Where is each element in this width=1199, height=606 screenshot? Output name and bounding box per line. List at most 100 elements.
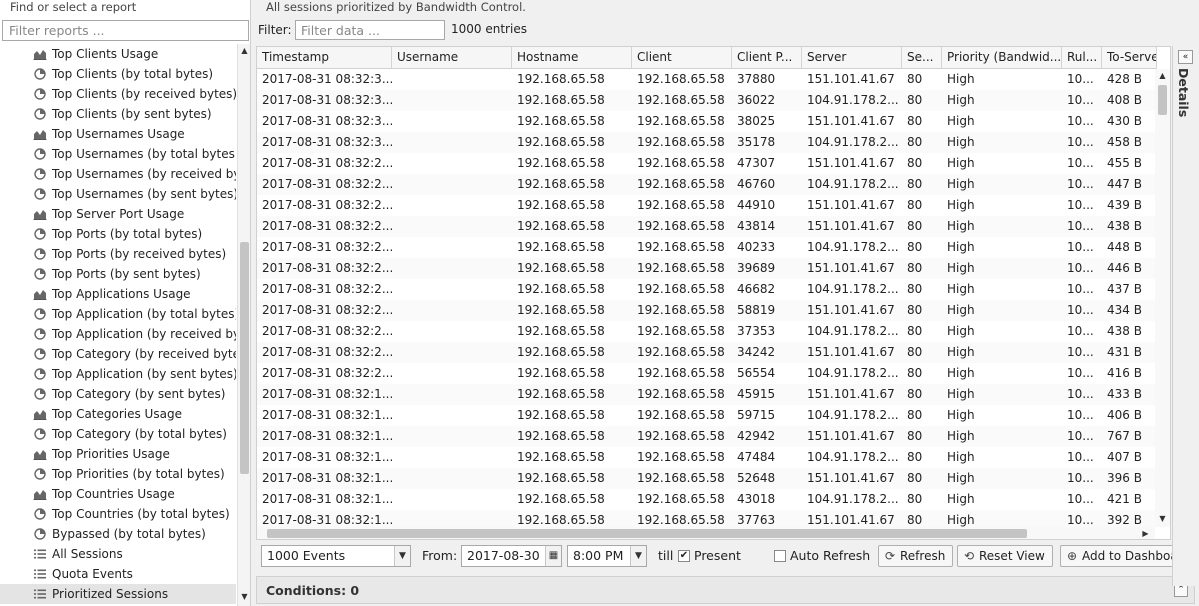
reset-view-button[interactable]: ⟲ Reset View: [957, 545, 1053, 567]
auto-refresh-checkbox[interactable]: [774, 550, 786, 562]
report-item-label: Top Server Port Usage: [52, 207, 185, 221]
scroll-down-icon[interactable]: ▼: [1158, 514, 1167, 524]
table-row[interactable]: 2017-08-31 08:32:1... 192.168.65.58 192.16…: [257, 426, 1157, 447]
table-cell: High: [947, 513, 975, 527]
column-header[interactable]: Server: [802, 47, 902, 69]
chevron-down-icon[interactable]: ▼: [630, 546, 646, 566]
grid-vertical-scrollbar[interactable]: ▲ ▼: [1155, 69, 1170, 527]
grid-horizontal-scroll-thumb[interactable]: [267, 529, 1027, 538]
column-header[interactable]: Priority (Bandwid...: [942, 47, 1062, 69]
calendar-icon[interactable]: ▦: [545, 546, 561, 566]
table-cell: 2017-08-31 08:32:2...: [262, 156, 392, 170]
scroll-up-icon[interactable]: ▲: [1158, 71, 1167, 81]
report-item[interactable]: Top Ports (by sent bytes): [0, 264, 236, 284]
table-cell: 192.168.65.58: [517, 303, 605, 317]
table-row[interactable]: 2017-08-31 08:32:1... 192.168.65.58 192.16…: [257, 489, 1157, 510]
table-cell: 2017-08-31 08:32:3...: [262, 135, 392, 149]
table-row[interactable]: 2017-08-31 08:32:3... 192.168.65.58 192.16…: [257, 111, 1157, 132]
table-row[interactable]: 2017-08-31 08:32:3... 192.168.65.58 192.16…: [257, 90, 1157, 111]
report-item[interactable]: Top Application (by total bytes): [0, 304, 236, 324]
report-item[interactable]: Quota Events: [0, 564, 236, 584]
grid-vertical-scroll-thumb[interactable]: [1158, 85, 1167, 115]
column-header[interactable]: Client: [632, 47, 732, 69]
report-item[interactable]: Top Application (by sent bytes): [0, 364, 236, 384]
report-item[interactable]: Top Clients (by received bytes): [0, 84, 236, 104]
report-item[interactable]: Top Usernames Usage: [0, 124, 236, 144]
table-cell: 80: [907, 156, 923, 170]
table-row[interactable]: 2017-08-31 08:32:1... 192.168.65.58 192.16…: [257, 510, 1157, 527]
table-cell: 2017-08-31 08:32:2...: [262, 366, 392, 380]
table-cell: 151.101.41.67: [807, 72, 895, 86]
table-row[interactable]: 2017-08-31 08:32:2... 192.168.65.58 192.16…: [257, 300, 1157, 321]
report-item[interactable]: Top Usernames (by total bytes): [0, 144, 236, 164]
column-header[interactable]: Rul...: [1062, 47, 1102, 69]
grid-horizontal-scrollbar[interactable]: ▶: [257, 527, 1155, 539]
refresh-button[interactable]: ⟳ Refresh: [878, 545, 954, 567]
scroll-right-icon[interactable]: ▶: [1141, 529, 1150, 539]
table-cell: 56554: [737, 366, 776, 380]
details-panel[interactable]: « Details: [1172, 46, 1199, 586]
column-header[interactable]: Username: [392, 47, 512, 69]
report-tree-scrollbar[interactable]: ▲ ▼: [237, 44, 250, 606]
report-filter-input[interactable]: [2, 20, 249, 41]
conditions-bar[interactable]: Conditions: 0 ⌃: [256, 576, 1195, 604]
table-row[interactable]: 2017-08-31 08:32:2... 192.168.65.58 192.16…: [257, 174, 1157, 195]
table-cell: High: [947, 261, 975, 275]
scroll-up-icon[interactable]: ▲: [240, 46, 249, 56]
table-row[interactable]: 2017-08-31 08:32:2... 192.168.65.58 192.16…: [257, 258, 1157, 279]
report-item[interactable]: Bypassed (by total bytes): [0, 524, 236, 544]
table-row[interactable]: 2017-08-31 08:32:2... 192.168.65.58 192.16…: [257, 342, 1157, 363]
column-header[interactable]: Se...: [902, 47, 942, 69]
report-item[interactable]: Top Clients (by sent bytes): [0, 104, 236, 124]
column-header[interactable]: Timestamp: [257, 47, 392, 69]
table-row[interactable]: 2017-08-31 08:32:2... 192.168.65.58 192.16…: [257, 363, 1157, 384]
table-row[interactable]: 2017-08-31 08:32:2... 192.168.65.58 192.16…: [257, 279, 1157, 300]
report-item[interactable]: Top Application (by received bytes): [0, 324, 236, 344]
report-item[interactable]: Top Priorities Usage: [0, 444, 236, 464]
table-row[interactable]: 2017-08-31 08:32:1... 192.168.65.58 192.16…: [257, 468, 1157, 489]
collapse-left-icon[interactable]: «: [1178, 50, 1193, 64]
table-row[interactable]: 2017-08-31 08:32:1... 192.168.65.58 192.16…: [257, 447, 1157, 468]
report-item[interactable]: All Sessions: [0, 544, 236, 564]
table-row[interactable]: 2017-08-31 08:32:2... 192.168.65.58 192.16…: [257, 216, 1157, 237]
table-row[interactable]: 2017-08-31 08:32:3... 192.168.65.58 192.16…: [257, 132, 1157, 153]
column-header[interactable]: To-Server: [1102, 47, 1157, 69]
sessions-grid: Timestamp Username Hostname Client Client P.…: [256, 46, 1171, 540]
table-cell: 10...: [1067, 303, 1094, 317]
report-item[interactable]: Top Category (by received bytes): [0, 344, 236, 364]
table-row[interactable]: 2017-08-31 08:32:2... 192.168.65.58 192.16…: [257, 321, 1157, 342]
from-date-field[interactable]: 2017-08-30 ▦: [461, 545, 562, 567]
column-header[interactable]: Hostname: [512, 47, 632, 69]
report-item[interactable]: Top Categories Usage: [0, 404, 236, 424]
table-cell: 2017-08-31 08:32:2...: [262, 303, 392, 317]
report-item[interactable]: Top Clients (by total bytes): [0, 64, 236, 84]
report-item[interactable]: Prioritized Sessions: [0, 584, 236, 604]
table-row[interactable]: 2017-08-31 08:32:2... 192.168.65.58 192.16…: [257, 195, 1157, 216]
table-row[interactable]: 2017-08-31 08:32:1... 192.168.65.58 192.16…: [257, 384, 1157, 405]
report-item[interactable]: Top Usernames (by sent bytes): [0, 184, 236, 204]
report-item[interactable]: Top Category (by sent bytes): [0, 384, 236, 404]
column-header[interactable]: Client P...: [732, 47, 802, 69]
chevron-down-icon[interactable]: ▼: [394, 546, 410, 566]
report-item[interactable]: Top Clients Usage: [0, 44, 236, 64]
events-limit-select[interactable]: 1000 Events ▼: [261, 545, 411, 567]
report-item[interactable]: Top Countries (by total bytes): [0, 504, 236, 524]
report-item[interactable]: Top Countries Usage: [0, 484, 236, 504]
report-item[interactable]: Top Category (by total bytes): [0, 424, 236, 444]
report-item[interactable]: Top Priorities (by total bytes): [0, 464, 236, 484]
present-checkbox[interactable]: ✔: [678, 550, 690, 562]
report-item[interactable]: Top Usernames (by received bytes): [0, 164, 236, 184]
scroll-down-icon[interactable]: ▼: [240, 592, 249, 602]
report-item[interactable]: Top Ports (by total bytes): [0, 224, 236, 244]
report-item[interactable]: Top Applications Usage: [0, 284, 236, 304]
table-cell: 192.168.65.58: [517, 282, 605, 296]
data-filter-input[interactable]: [295, 20, 445, 40]
table-row[interactable]: 2017-08-31 08:32:2... 192.168.65.58 192.16…: [257, 153, 1157, 174]
report-tree-scroll-thumb[interactable]: [240, 242, 249, 474]
table-row[interactable]: 2017-08-31 08:32:2... 192.168.65.58 192.16…: [257, 237, 1157, 258]
report-item[interactable]: Top Server Port Usage: [0, 204, 236, 224]
table-row[interactable]: 2017-08-31 08:32:3... 192.168.65.58 192.16…: [257, 69, 1157, 90]
from-time-select[interactable]: 8:00 PM ▼: [567, 545, 647, 567]
table-row[interactable]: 2017-08-31 08:32:1... 192.168.65.58 192.16…: [257, 405, 1157, 426]
report-item[interactable]: Top Ports (by received bytes): [0, 244, 236, 264]
